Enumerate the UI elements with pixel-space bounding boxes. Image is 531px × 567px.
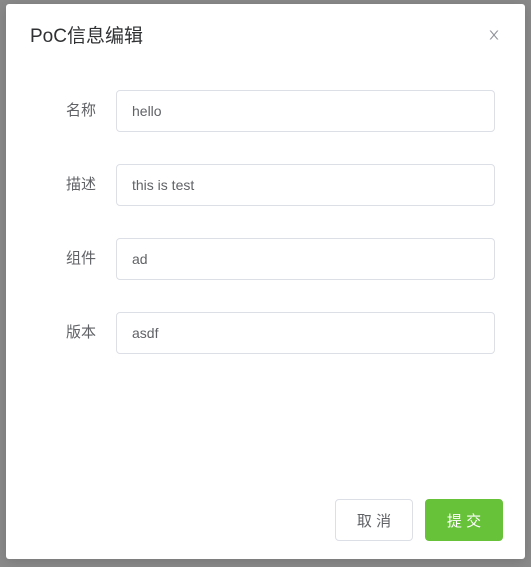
form-item-name: 名称 bbox=[36, 90, 495, 132]
component-input[interactable] bbox=[116, 238, 495, 280]
poc-edit-modal: PoC信息编辑 名称 描述 组件 bbox=[6, 4, 525, 559]
version-input[interactable] bbox=[116, 312, 495, 354]
form-item-component: 组件 bbox=[36, 238, 495, 280]
component-control bbox=[116, 238, 495, 280]
desc-input[interactable] bbox=[116, 164, 495, 206]
close-button[interactable] bbox=[485, 26, 503, 44]
modal-body: 名称 描述 组件 版本 bbox=[6, 60, 525, 485]
modal-backdrop: PoC信息编辑 名称 描述 组件 bbox=[0, 0, 531, 567]
name-input[interactable] bbox=[116, 90, 495, 132]
desc-label: 描述 bbox=[36, 165, 116, 205]
name-control bbox=[116, 90, 495, 132]
form-item-desc: 描述 bbox=[36, 164, 495, 206]
version-control bbox=[116, 312, 495, 354]
modal-title: PoC信息编辑 bbox=[30, 26, 143, 47]
name-label: 名称 bbox=[36, 91, 116, 131]
component-label: 组件 bbox=[36, 239, 116, 279]
desc-control bbox=[116, 164, 495, 206]
cancel-button[interactable]: 取 消 bbox=[335, 499, 413, 541]
form-item-version: 版本 bbox=[36, 312, 495, 354]
version-label: 版本 bbox=[36, 313, 116, 353]
modal-footer: 取 消 提 交 bbox=[6, 485, 525, 559]
submit-button[interactable]: 提 交 bbox=[425, 499, 503, 541]
close-icon bbox=[487, 28, 501, 42]
modal-header: PoC信息编辑 bbox=[6, 4, 525, 60]
